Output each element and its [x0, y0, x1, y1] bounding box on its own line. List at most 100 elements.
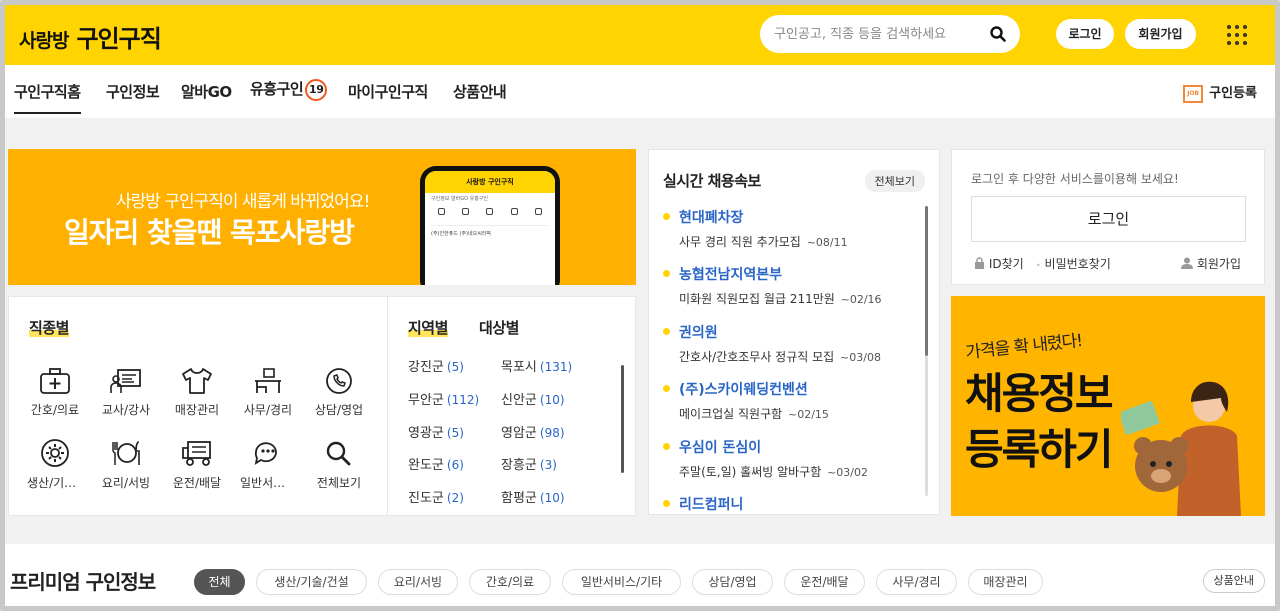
phone-screen: 사랑방 구인구직 구인정보 알바GO 유흥구인 (주)인한퓨드 (주)네오씨라픽 — [425, 171, 555, 285]
premium-chip[interactable]: 일반서비스/기타 — [562, 569, 681, 595]
office-desk-icon — [255, 368, 281, 393]
login-button[interactable]: 로그인 — [971, 196, 1246, 242]
shirt-icon — [182, 368, 212, 394]
logo-big-text: 구인구직 — [76, 25, 161, 53]
category-production[interactable]: 생산/기술/건설 — [27, 438, 83, 491]
phone-icon-row — [425, 204, 555, 219]
category-view-all[interactable]: 전체보기 — [311, 438, 367, 491]
region-item[interactable]: 장흥군 (3) — [501, 454, 557, 473]
bear-character-image — [1121, 381, 1241, 516]
phone-list-row: (주)인한퓨드 (주)네오씨라픽 — [431, 225, 549, 265]
live-jobs-title: 실시간 채용속보 — [663, 172, 761, 190]
live-job-item[interactable]: (주)스카이웨딩컨벤션 메이크업실 직원구함 ~02/15 — [663, 379, 903, 422]
top-header: 사랑방 구인구직 로그인 회원가입 — [5, 5, 1275, 65]
premium-chip[interactable]: 운전/배달 — [784, 569, 865, 595]
category-cooking[interactable]: 요리/서빙 — [98, 438, 154, 491]
region-item[interactable]: 목포시 (131) — [501, 356, 572, 375]
live-job-item[interactable]: 권의원 간호사/간호조무사 정규직 모집 ~03/08 — [663, 322, 903, 365]
tab-my-jobs[interactable]: 마이구인구직 — [348, 81, 428, 102]
category-title: 직종별 — [29, 319, 69, 337]
category-service[interactable]: 일반서비스/기타 — [240, 438, 296, 491]
region-item[interactable]: 진도군 (2) — [408, 487, 464, 506]
live-scrollbar[interactable] — [925, 206, 928, 356]
live-job-item[interactable]: 우심이 돈심이 주말(토,일) 홀써빙 알바구함 ~03/02 — [663, 437, 903, 480]
premium-chip[interactable]: 간호/의료 — [469, 569, 551, 595]
find-password-link[interactable]: • 비밀번호찾기 — [1036, 255, 1111, 272]
region-item[interactable]: 강진군 (5) — [408, 356, 464, 375]
tab-alba-go[interactable]: 알바GO — [181, 81, 232, 102]
category-medical[interactable]: 간호/의료 — [27, 367, 83, 418]
tab-products[interactable]: 상품안내 — [453, 81, 507, 102]
job-register-label: 구인등록 — [1209, 86, 1257, 101]
join-link[interactable]: 회원가입 — [1181, 255, 1241, 272]
header-login-button[interactable]: 로그인 — [1056, 19, 1114, 49]
region-item[interactable]: 영암군 (98) — [501, 422, 565, 441]
live-jobs-panel: 실시간 채용속보 전체보기 현대폐차장 사무 경리 직원 추가모집 ~08/11 … — [648, 149, 940, 515]
phone-mockup: 사랑방 구인구직 구인정보 알바GO 유흥구인 (주)인한퓨드 (주)네오씨라픽 — [420, 166, 560, 285]
live-job-item[interactable]: 농협전남지역본부 미화원 직원모집 월급 211만원 ~02/16 — [663, 264, 903, 307]
search-icon — [326, 441, 351, 466]
category-store[interactable]: 매장관리 — [169, 367, 225, 418]
phone-chat-icon — [326, 368, 352, 394]
region-item[interactable]: 완도군 (6) — [408, 454, 464, 473]
region-item[interactable]: 영광군 (5) — [408, 422, 464, 441]
banner-subtitle: 사랑방 구인구직이 새롭게 바뀌었어요! — [116, 192, 370, 212]
search-icon[interactable] — [990, 26, 1006, 42]
tab-adult-jobs-label: 유흥구인 — [250, 80, 304, 98]
banner-title: 일자리 찾을땐 목포사랑방 — [64, 216, 355, 249]
tab-by-target[interactable]: 대상별 — [479, 317, 519, 338]
live-job-item[interactable]: 리드컴퍼니 — [663, 494, 903, 514]
promo-banner[interactable]: 사랑방 구인구직이 새롭게 바뀌었어요! 일자리 찾을땐 목포사랑방 사랑방 구… — [8, 149, 636, 285]
category-panel: 직종별 간호/의료 교사/강사 매장관리 사무/경리 상담/영업 생산/기술/건… — [8, 296, 636, 516]
premium-chip[interactable]: 상담/영업 — [692, 569, 773, 595]
live-job-item[interactable]: 현대폐차장 사무 경리 직원 추가모집 ~08/11 — [663, 207, 903, 250]
premium-chip-all[interactable]: 전체 — [194, 569, 245, 595]
region-scrollbar[interactable] — [621, 365, 624, 473]
dish-icon — [112, 441, 140, 465]
region-item[interactable]: 무안군 (112) — [408, 389, 479, 408]
apps-grid-icon[interactable] — [1227, 25, 1247, 45]
category-teacher[interactable]: 교사/강사 — [98, 367, 154, 418]
site-logo[interactable]: 사랑방 구인구직 — [19, 19, 162, 54]
region-item[interactable]: 함평군 (10) — [501, 487, 565, 506]
product-info-button[interactable]: 상품안내 — [1202, 569, 1265, 593]
premium-chip[interactable]: 요리/서빙 — [378, 569, 458, 595]
login-panel: 로그인 후 다양한 서비스를이용해 보세요! 로그인 ID찾기 • 비밀번호찾기… — [951, 149, 1265, 285]
premium-chip[interactable]: 사무/경리 — [876, 569, 957, 595]
age-19-badge: 19 — [305, 78, 328, 101]
tab-job-info[interactable]: 구인정보 — [106, 81, 160, 102]
category-sales[interactable]: 상담/영업 — [311, 367, 367, 418]
category-office[interactable]: 사무/경리 — [240, 367, 296, 418]
main-nav: 구인구직홈 구인정보 알바GO 유흥구인 19 마이구인구직 상품안내 JOB 구인… — [5, 65, 1275, 118]
header-signup-button[interactable]: 회원가입 — [1125, 19, 1196, 49]
phone-title: 사랑방 구인구직 — [425, 171, 555, 193]
tab-by-region[interactable]: 지역별 — [408, 317, 448, 338]
login-message: 로그인 후 다양한 서비스를이용해 보세요! — [971, 172, 1179, 186]
premium-chip[interactable]: 매장관리 — [968, 569, 1043, 595]
job-register-link[interactable]: JOB 구인등록 — [1183, 82, 1257, 103]
phone-tabs: 구인정보 알바GO 유흥구인 — [431, 196, 488, 202]
job-ad-banner[interactable]: 가격을 확 내렸다! 채용정보 등록하기 — [951, 296, 1265, 516]
content-area: 사랑방 구인구직이 새롭게 바뀌었어요! 일자리 찾을땐 목포사랑방 사랑방 구… — [5, 118, 1275, 544]
user-icon — [1181, 257, 1193, 269]
truck-icon — [182, 441, 211, 466]
logo-small-text: 사랑방 — [19, 30, 69, 52]
ad-headline: 채용정보 등록하기 — [965, 369, 1114, 474]
tab-home[interactable]: 구인구직홈 — [14, 81, 81, 114]
premium-chip[interactable]: 생산/기술/건설 — [256, 569, 367, 595]
gear-icon — [41, 439, 69, 467]
live-scroll-track — [925, 356, 928, 496]
category-delivery[interactable]: 운전/배달 — [169, 438, 225, 491]
lock-icon — [975, 257, 984, 269]
live-view-all-button[interactable]: 전체보기 — [864, 170, 925, 192]
ad-price-text: 가격을 확 내렸다! — [964, 330, 1084, 364]
tab-adult-jobs[interactable]: 유흥구인 19 — [250, 78, 328, 101]
premium-title: 프리미엄 구인정보 — [10, 570, 156, 594]
category-divider — [387, 297, 388, 515]
region-item[interactable]: 신안군 (10) — [501, 389, 565, 408]
search-input[interactable] — [774, 24, 984, 44]
find-id-link[interactable]: ID찾기 — [974, 255, 1024, 272]
chat-bubble-icon — [254, 442, 277, 465]
teacher-board-icon — [110, 369, 141, 393]
job-icon: JOB — [1183, 84, 1204, 103]
